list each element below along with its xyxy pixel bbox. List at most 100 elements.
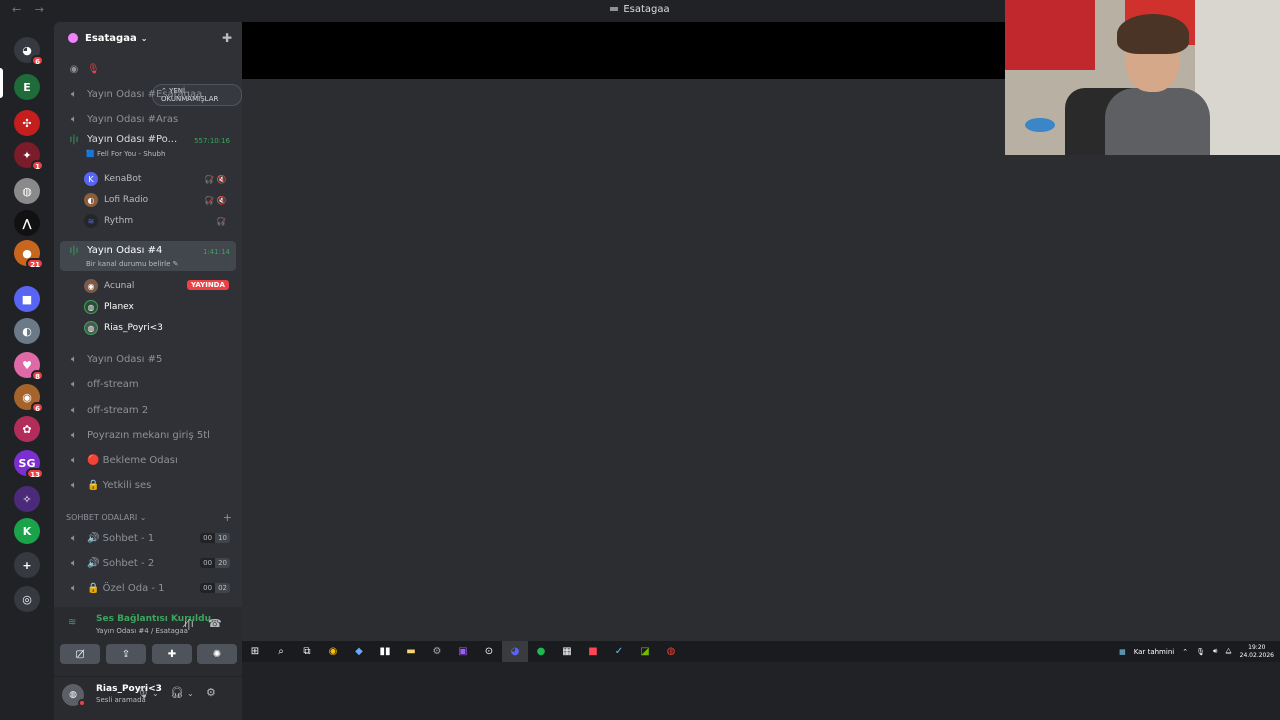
network-icon[interactable]: ⧋	[1225, 647, 1231, 656]
search-icon[interactable]: ⌕	[268, 641, 294, 662]
disconnect-icon[interactable]: ☎	[208, 617, 222, 630]
mention-badge: 1	[31, 160, 44, 171]
chrome-icon[interactable]: ◉	[320, 641, 346, 662]
guild-server-2[interactable]: ✣	[14, 110, 40, 136]
channel-yetkili-ses[interactable]: 🔈︎ 🔒 Yetkili ses	[60, 474, 236, 496]
chevron-down-icon[interactable]: ⌄	[152, 689, 159, 698]
headphones-icon[interactable]: 🎧︎	[170, 686, 184, 699]
guild-server-11[interactable]: ✿	[14, 416, 40, 442]
voice-member[interactable]: ◍ Rias_Poyri<3	[84, 318, 163, 338]
folder-icon[interactable]: ▬	[398, 641, 424, 662]
settings-icon[interactable]: ⚙	[424, 641, 450, 662]
channel-stage-hidden[interactable]: ◉ 🎙	[60, 58, 236, 80]
guild-server-6[interactable]: ● 21	[14, 240, 44, 269]
avatar: ≋	[84, 214, 98, 228]
channel-yayin-aras[interactable]: 🔈︎ Yayın Odası #Aras	[60, 108, 236, 130]
clock[interactable]: 19:20 24.02.2026	[1240, 644, 1274, 660]
guild-discord-home[interactable]: ◕ 6	[14, 37, 44, 66]
mic-tray-icon[interactable]: 🎙︎	[1196, 648, 1205, 656]
speaker-icon: 🔈︎	[71, 479, 77, 491]
discord-icon[interactable]: ◕	[502, 641, 528, 662]
channel-yayin-esatagaa[interactable]: 🔈︎ Yayın Odası #Esatagaa	[60, 83, 236, 105]
voice-member[interactable]: ≋ Rythm 🎧̸	[84, 211, 226, 231]
channel-timer: 557:10:16	[194, 137, 230, 145]
audio-app-icon[interactable]: ▮▮	[372, 641, 398, 662]
steam-icon[interactable]: ✓	[606, 641, 632, 662]
windows-start-icon[interactable]: ⊞	[242, 641, 268, 662]
guild-server-14[interactable]: K	[14, 518, 40, 544]
speaker-icon: 🔈︎	[71, 454, 77, 466]
guild-server-8[interactable]: ◐	[14, 318, 40, 344]
guild-icon: +	[22, 558, 32, 572]
channel-poyrazin-mekani[interactable]: 🔈︎ Poyrazın mekanı giriş 5tl	[60, 424, 236, 446]
speaker-icon: 🔈︎	[71, 353, 77, 365]
channel-activity: 🟦 Fell For You - Shubh	[86, 150, 166, 158]
obs-icon[interactable]: ⊙	[476, 641, 502, 662]
avatar: K	[84, 172, 98, 186]
guild-server-13[interactable]: ✧	[14, 486, 40, 512]
wall-flag	[1005, 0, 1095, 70]
guild-icon: E	[23, 80, 31, 94]
soundboard-button[interactable]: ✺	[197, 644, 237, 664]
epic-games-icon[interactable]: ▦	[554, 641, 580, 662]
mention-badge: 13	[26, 468, 44, 479]
voice-member[interactable]: ◍ Planex	[84, 297, 134, 317]
voice-location[interactable]: Yayın Odası #4 / Esatagaa	[96, 627, 188, 635]
channel-status-setter[interactable]: Bir kanal durumu belirle ✎	[86, 260, 179, 268]
guild-icon: ♥	[22, 358, 32, 372]
invite-people-icon[interactable]: ✚	[222, 31, 232, 45]
voice-member[interactable]: K KenaBot 🎧̸ 🔇	[84, 169, 226, 189]
guild-server-12[interactable]: SG 13	[14, 450, 44, 479]
category-sohbet-odalari[interactable]: SOHBET ODALARI ⌄ +	[66, 510, 232, 524]
color-app-icon[interactable]: ◍	[658, 641, 684, 662]
chevron-down-icon[interactable]: ⌄	[187, 689, 194, 698]
microphone-icon[interactable]: 🎙︎	[136, 686, 150, 699]
channel-bekleme-odasi[interactable]: 🔈︎ 🔴 Bekleme Odası	[60, 449, 236, 471]
add-channel-icon[interactable]: +	[223, 511, 232, 524]
guild-explore[interactable]: ◎	[14, 586, 40, 612]
person-body	[1105, 88, 1210, 155]
channel-ozel-oda-1[interactable]: 🔈︎ 🔒 Özel Oda - 1 00 02	[60, 577, 236, 599]
chevron-up-icon[interactable]: ⌃	[1182, 648, 1188, 656]
weather-text[interactable]: Kar tahmini	[1134, 648, 1174, 656]
editor-icon[interactable]: ▣	[450, 641, 476, 662]
guild-add-server[interactable]: +	[14, 552, 40, 578]
channel-yayin-po[interactable]: ı|ı Yayın Odası #Po... 557:10:16 🟦 Fell F…	[60, 130, 236, 160]
guild-esatagaa[interactable]: E	[14, 74, 40, 100]
gear-icon[interactable]: ⚙	[206, 686, 216, 699]
app-icon[interactable]: ◆	[346, 641, 372, 662]
guild-server-9[interactable]: ♥ 8	[14, 352, 44, 381]
activities-button[interactable]: ✚	[152, 644, 192, 664]
signal-icon[interactable]: ≋	[68, 617, 76, 628]
voice-member[interactable]: ◉ Acunal	[84, 276, 134, 296]
task-view-icon[interactable]: ⧉	[294, 641, 320, 662]
guild-server-10[interactable]: ◉ 6	[14, 384, 44, 413]
channel-off-stream-2[interactable]: 🔈︎ off-stream 2	[60, 399, 236, 421]
volume-icon[interactable]: 🔊︎	[1213, 647, 1217, 656]
server-header[interactable]: Esatagaa ⌄ ✚	[54, 22, 242, 54]
avatar: ◍	[84, 300, 98, 314]
weather-icon[interactable]: ▦	[1119, 648, 1126, 656]
riot-icon[interactable]: ■	[580, 641, 606, 662]
channel-sohbet-2[interactable]: 🔈︎ 🔊 Sohbet - 2 00 20	[60, 552, 236, 574]
screen-share-button[interactable]: ⇪	[106, 644, 146, 664]
system-tray: ▦ Kar tahmini ⌃ 🎙︎ 🔊︎ ⧋ 19:20 24.02.2026	[1111, 641, 1274, 662]
guild-server-5[interactable]: ⋀	[14, 210, 40, 236]
channel-off-stream[interactable]: 🔈︎ off-stream	[60, 373, 236, 395]
stream-view[interactable]	[242, 79, 1280, 641]
guild-server-4[interactable]: ◍	[14, 178, 40, 204]
noise-suppression-icon[interactable]: ı|̸ı	[184, 617, 194, 630]
voice-member[interactable]: ◐ Lofi Radio 🎧̸ 🔇	[84, 190, 226, 210]
spotify-icon[interactable]: ●	[528, 641, 554, 662]
guild-server-7[interactable]: ■	[14, 286, 40, 312]
nvidia-icon[interactable]: ◪	[632, 641, 658, 662]
channel-sohbet-1[interactable]: 🔈︎ 🔊 Sohbet - 1 00 10	[60, 527, 236, 549]
camera-button[interactable]: ▢̸	[60, 644, 100, 664]
voice-active-icon: ı|ı	[69, 134, 79, 145]
deafened-icon: 🎧̸ 🔇	[204, 174, 227, 184]
guild-server-3[interactable]: ✦ 1	[14, 142, 44, 171]
channel-yayin-4[interactable]: ı|ı Yayın Odası #4 1:41:14 Bir kanal duru…	[60, 241, 236, 271]
speaker-icon: 🔈︎	[71, 557, 77, 569]
channel-sidebar: Esatagaa ⌄ ✚ ◉ 🎙 ⌃ YENİ OKUNMAMIŞLAR 🔈︎ Y…	[54, 22, 242, 607]
channel-yayin-5[interactable]: 🔈︎ Yayın Odası #5	[60, 348, 236, 370]
